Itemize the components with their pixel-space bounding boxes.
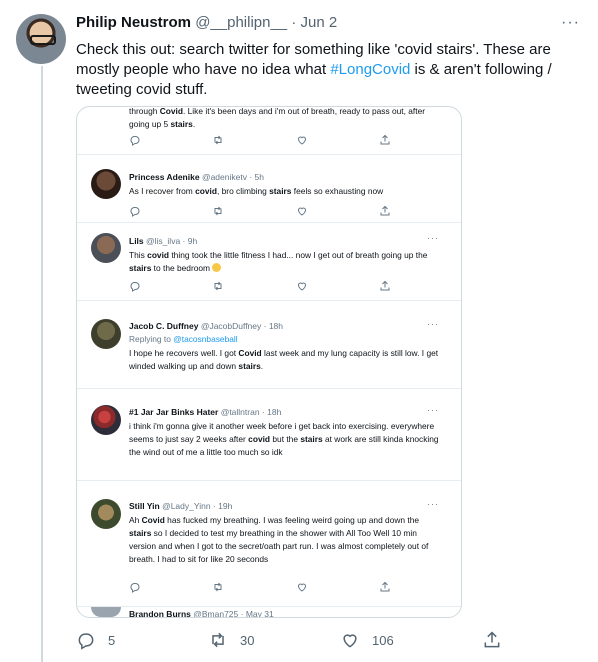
author-handle[interactable]: @__philipn__	[195, 14, 287, 31]
embedded-tweet-text: This covid thing took the little fitness…	[129, 249, 439, 275]
embedded-avatar	[91, 607, 121, 617]
hashtag-link[interactable]: #LongCovid	[330, 61, 410, 78]
embedded-tweet: ··· Still Yin @Lady_Yinn · 19h Ah Covid …	[77, 481, 461, 607]
embedded-tweet: Princess Adenike @adeniketv · 5h As I re…	[77, 155, 461, 223]
author-avatar[interactable]	[16, 14, 66, 64]
embedded-avatar	[91, 233, 121, 263]
reply-icon	[130, 282, 140, 292]
embedded-author-handle: @Lady_Yinn · 19h	[162, 501, 233, 511]
more-icon[interactable]: ···	[427, 405, 439, 415]
reply-icon	[130, 583, 140, 593]
embedded-tweet-header: Jacob C. Duffney @JacobDuffney · 18h	[129, 321, 283, 331]
replying-to: Replying to @tacosnbaseball	[129, 334, 238, 344]
embedded-tweet-actions	[129, 134, 391, 146]
tweet-text: Check this out: search twitter for somet…	[76, 40, 576, 100]
embedded-author-handle: @tallntran · 18h	[220, 407, 282, 417]
like-icon	[343, 634, 357, 648]
more-icon[interactable]: ···	[427, 499, 439, 509]
share-icon	[484, 631, 500, 648]
embedded-author-name: Princess Adenike	[129, 172, 200, 182]
share-icon	[380, 280, 390, 291]
embedded-author-name: #1 Jar Jar Binks Hater	[129, 407, 219, 417]
share-icon	[380, 205, 390, 216]
author-name[interactable]: Philip Neustrom	[76, 14, 191, 31]
embedded-author-handle: @adeniketv · 5h	[201, 172, 264, 182]
separator-dot: ·	[291, 14, 297, 31]
embedded-tweet-header: Brandon Burns @Bman725 · May 31	[129, 609, 274, 618]
reply-icon	[130, 207, 140, 217]
embedded-author-handle: @Bman725 · May 31	[193, 609, 274, 618]
share-icon	[380, 134, 390, 145]
retweet-count: 30	[240, 632, 255, 648]
like-icon	[297, 207, 306, 216]
embedded-tweet-actions	[129, 280, 391, 292]
embedded-author-name: Still Yin	[129, 501, 160, 511]
tweet-date[interactable]: Jun 2	[301, 14, 338, 31]
relieved-emoji-icon	[212, 263, 222, 272]
embedded-author-name: Jacob C. Duffney	[129, 321, 199, 331]
embedded-tweet-header: Lils @lis_ilva · 9h	[129, 236, 197, 246]
replying-to-handle[interactable]: @tacosnbaseball	[173, 334, 237, 344]
reply-button[interactable]: 5	[76, 628, 115, 652]
embedded-tweet-text: i think i'm gonna give it another week b…	[129, 421, 439, 457]
reply-icon	[78, 633, 94, 650]
tweet-header: Philip Neustrom @__philipn__ · Jun 2	[76, 14, 582, 34]
like-icon	[297, 136, 306, 145]
attached-screenshot[interactable]: through Covid. Like it's been days and i…	[76, 106, 462, 618]
embedded-author-handle: @lis_ilva · 9h	[146, 236, 198, 246]
reply-icon	[130, 136, 140, 146]
retweet-icon	[214, 281, 222, 291]
retweet-icon	[214, 135, 222, 145]
retweet-icon	[214, 582, 222, 592]
more-icon[interactable]: ···	[427, 233, 439, 243]
retweet-button[interactable]: 30	[208, 628, 254, 652]
tweet-actions: 5 30 106	[76, 628, 506, 652]
embedded-tweet-text: I hope he recovers well. I got Covid las…	[129, 348, 439, 371]
embedded-author-handle: @JacobDuffney · 18h	[200, 321, 283, 331]
embedded-tweet: through Covid. Like it's been days and i…	[77, 106, 461, 155]
like-count: 106	[372, 632, 394, 648]
embedded-tweet-header: Still Yin @Lady_Yinn · 19h	[129, 501, 232, 511]
embedded-tweet-text: As I recover from covid, bro climbing st…	[129, 186, 384, 196]
embedded-tweet-header: Princess Adenike @adeniketv · 5h	[129, 172, 264, 182]
embedded-tweet: Brandon Burns @Bman725 · May 31	[77, 607, 461, 618]
reply-count: 5	[108, 632, 116, 648]
like-icon	[297, 583, 306, 592]
share-button[interactable]	[482, 628, 514, 652]
embedded-tweet-actions	[129, 205, 391, 217]
retweet-icon	[212, 632, 224, 648]
embedded-avatar	[91, 319, 121, 349]
more-icon[interactable]: ···	[427, 319, 439, 329]
embedded-tweet-text: Ah Covid has fucked my breathing. I was …	[129, 515, 429, 564]
embedded-tweet: ··· Lils @lis_ilva · 9h This covid thing…	[77, 223, 461, 301]
more-icon[interactable]: ···	[561, 14, 580, 32]
like-icon	[297, 282, 306, 291]
embedded-tweet-actions	[129, 581, 391, 593]
embedded-tweet-header: #1 Jar Jar Binks Hater @tallntran · 18h	[129, 407, 281, 417]
share-icon	[380, 581, 390, 592]
embedded-avatar	[91, 499, 121, 529]
retweet-icon	[214, 206, 222, 216]
replying-to-label: Replying to	[129, 334, 174, 344]
embedded-tweet: ··· Jacob C. Duffney @JacobDuffney · 18h…	[77, 301, 461, 389]
embedded-avatar	[91, 405, 121, 435]
embedded-tweet-text-content: This covid thing took the little fitness…	[129, 250, 428, 273]
thread-line	[41, 66, 43, 662]
embedded-author-name: Brandon Burns	[129, 609, 191, 618]
tweet: Philip Neustrom @__philipn__ · Jun 2 ···…	[0, 0, 598, 662]
embedded-tweet-text: through Covid. Like it's been days and i…	[129, 106, 426, 129]
embedded-author-name: Lils	[129, 236, 144, 246]
like-button[interactable]: 106	[340, 628, 394, 652]
embedded-tweet: ··· #1 Jar Jar Binks Hater @tallntran · …	[77, 389, 461, 481]
embedded-avatar	[91, 169, 121, 199]
